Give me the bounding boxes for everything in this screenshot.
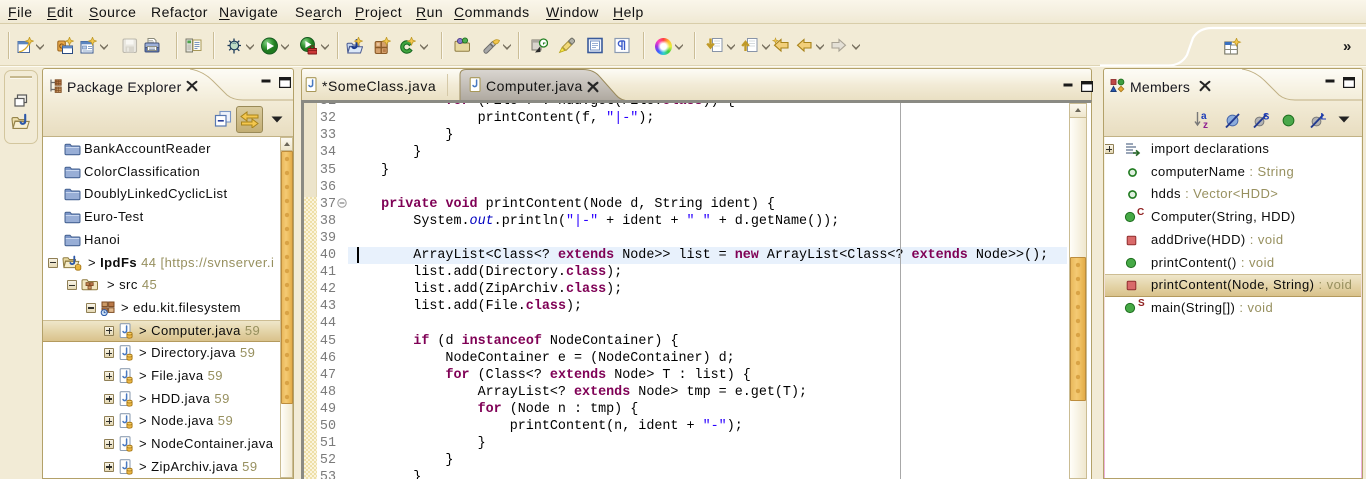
svg-text:z: z xyxy=(1203,120,1208,130)
svg-text:S: S xyxy=(1263,112,1269,123)
svg-text:L: L xyxy=(1321,112,1327,123)
